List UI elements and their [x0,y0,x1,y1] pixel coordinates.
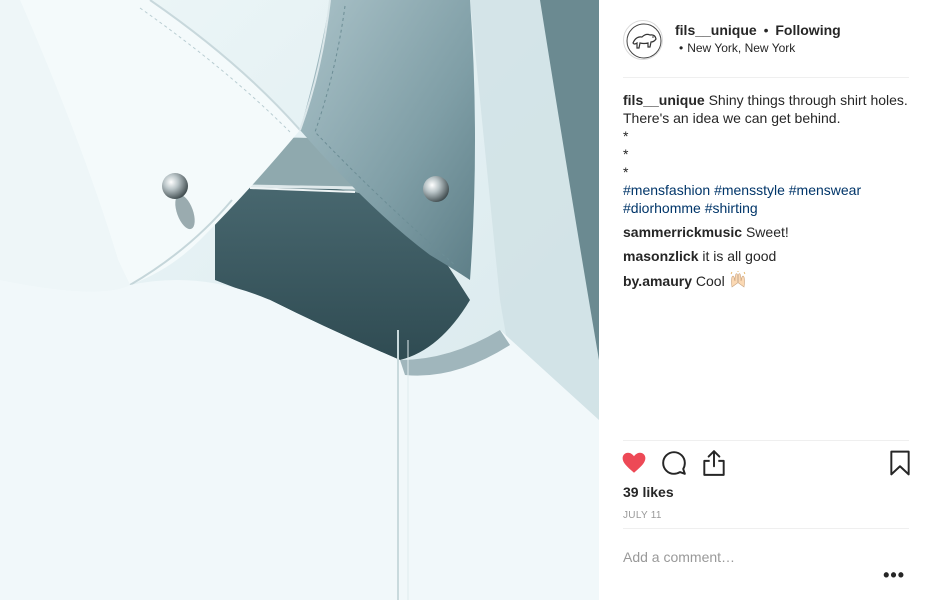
comment-text: it is all good [702,248,777,264]
bookmark-icon[interactable] [889,450,911,476]
comment-text: Cool [695,273,725,289]
comment-box: ••• [623,528,909,600]
hashtag-link[interactable]: #diorhomme [623,200,701,216]
share-upload-icon[interactable] [701,449,727,477]
leopard-logo-icon [626,23,662,59]
caption-star: * [623,128,629,144]
caption-star: * [623,146,629,162]
avatar[interactable] [623,20,663,60]
caption-hashtags: #mensfashion #mensstyle #menswear #diorh… [623,181,913,217]
comment-text: Sweet! [745,224,789,240]
comments-list: fils__unique Shiny things through shirt … [623,91,913,293]
comment-username[interactable]: masonzlick [623,248,698,264]
hashtag-link[interactable]: #mensfashion [623,182,710,198]
caption-username[interactable]: fils__unique [623,92,705,108]
raised-hands-icon [729,271,747,293]
more-options-icon[interactable]: ••• [883,565,905,586]
post-date[interactable]: JULY 11 [623,510,662,521]
location-text: New York, New York [687,41,796,55]
hashtag-link[interactable]: #mensstyle [714,182,785,198]
comment-username[interactable]: by.amaury [623,273,692,289]
post-username[interactable]: fils__unique [675,22,757,38]
heart-filled-icon[interactable] [621,450,647,476]
comment-item: masonzlick it is all good [623,247,913,265]
post-photo[interactable] [0,0,599,600]
caption-star: * [623,164,629,180]
post-location[interactable]: • New York, New York [679,41,795,55]
add-comment-input[interactable] [623,547,873,567]
post-side-panel: fils__unique • Following • New York, New … [599,0,933,600]
comment-item: sammerrickmusic Sweet! [623,223,913,241]
following-button[interactable]: Following [775,22,840,38]
comment-username[interactable]: sammerrickmusic [623,224,742,240]
comment-bubble-icon[interactable] [661,450,687,476]
post-header: fils__unique • Following • New York, New … [623,16,909,78]
hashtag-link[interactable]: #menswear [789,182,861,198]
post-user-line: fils__unique • Following [675,22,841,38]
comment-item: by.amaury Cool [623,271,913,293]
actions-divider [623,440,909,441]
location-dot: • [679,41,684,55]
caption: fils__unique Shiny things through shirt … [623,91,913,127]
hashtag-link[interactable]: #shirting [705,200,758,216]
likes-count[interactable]: 39 likes [623,484,674,500]
shirt-collar-image [0,0,599,600]
separator-dot: • [763,22,769,38]
